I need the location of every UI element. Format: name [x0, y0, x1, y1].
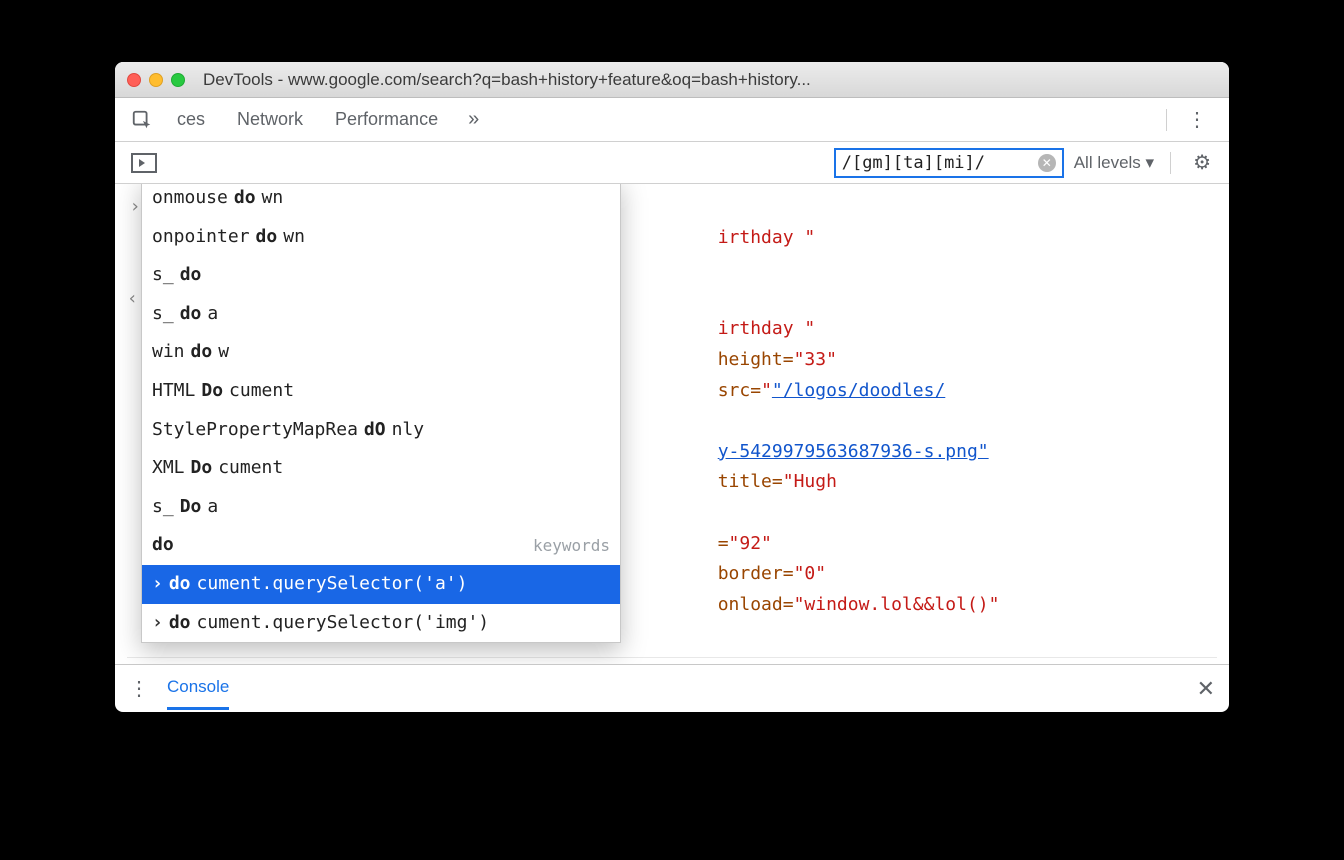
filter-input-wrapper: ✕ — [834, 148, 1064, 178]
filter-input[interactable] — [842, 153, 1022, 173]
ac-item[interactable]: onmousedown — [142, 184, 620, 218]
link[interactable]: "/logos/doodles/ — [772, 380, 945, 401]
ac-item[interactable]: s_Doa — [142, 488, 620, 527]
ac-item[interactable]: HTMLDocument — [142, 372, 620, 411]
execution-context-icon[interactable] — [131, 153, 157, 173]
autocomplete-popup: onmousedown onpointerdown s_do s_doa win… — [141, 184, 621, 643]
ac-item[interactable]: window — [142, 333, 620, 372]
settings-gear-icon[interactable]: ⚙ — [1187, 150, 1217, 175]
ac-item[interactable]: s_doa — [142, 295, 620, 334]
tab-network[interactable]: Network — [221, 98, 319, 141]
history-chevron-icon: › — [152, 608, 163, 639]
ac-item[interactable]: onpointerdown — [142, 218, 620, 257]
more-tabs-button[interactable]: » — [454, 108, 493, 131]
clear-filter-icon[interactable]: ✕ — [1038, 154, 1056, 172]
console-toolbar: ✕ All levels ▾ ⚙ — [115, 142, 1229, 184]
drawer-tab-console[interactable]: Console — [167, 677, 229, 710]
separator — [1170, 152, 1171, 174]
separator — [1166, 109, 1167, 131]
tab-performance[interactable]: Performance — [319, 98, 454, 141]
separator — [127, 657, 1217, 658]
close-drawer-icon[interactable]: ✕ — [1197, 676, 1215, 702]
log-levels-dropdown[interactable]: All levels ▾ — [1074, 153, 1154, 173]
tab-sources-clipped[interactable]: ces — [161, 98, 221, 141]
devtools-window: DevTools - www.google.com/search?q=bash+… — [115, 62, 1229, 712]
window-title: DevTools - www.google.com/search?q=bash+… — [203, 70, 1217, 90]
ac-item[interactable]: ›document.querySelector('img') — [142, 604, 620, 643]
zoom-window-button[interactable] — [171, 73, 185, 87]
titlebar: DevTools - www.google.com/search?q=bash+… — [115, 62, 1229, 98]
inspect-icon[interactable] — [123, 109, 161, 131]
ac-item[interactable]: dokeywords — [142, 526, 620, 565]
kebab-menu-icon[interactable]: ⋮ — [1173, 107, 1221, 132]
drawer: ⋮ Console ✕ — [115, 664, 1229, 712]
ac-item[interactable]: StylePropertyMapReadOnly — [142, 411, 620, 450]
close-window-button[interactable] — [127, 73, 141, 87]
drawer-menu-icon[interactable]: ⋮ — [129, 676, 149, 701]
console-body: onmousedown onpointerdown s_do s_doa win… — [115, 184, 1229, 664]
panel-tabs: ces Network Performance » ⋮ — [115, 98, 1229, 142]
ac-item[interactable]: s_do — [142, 256, 620, 295]
ac-item-selected[interactable]: ›document.querySelector('a') — [142, 565, 620, 604]
ac-item[interactable]: XMLDocument — [142, 449, 620, 488]
traffic-lights — [127, 73, 185, 87]
minimize-window-button[interactable] — [149, 73, 163, 87]
history-chevron-icon: › — [152, 569, 163, 600]
link[interactable]: y-5429979563687936-s.png" — [718, 441, 989, 462]
